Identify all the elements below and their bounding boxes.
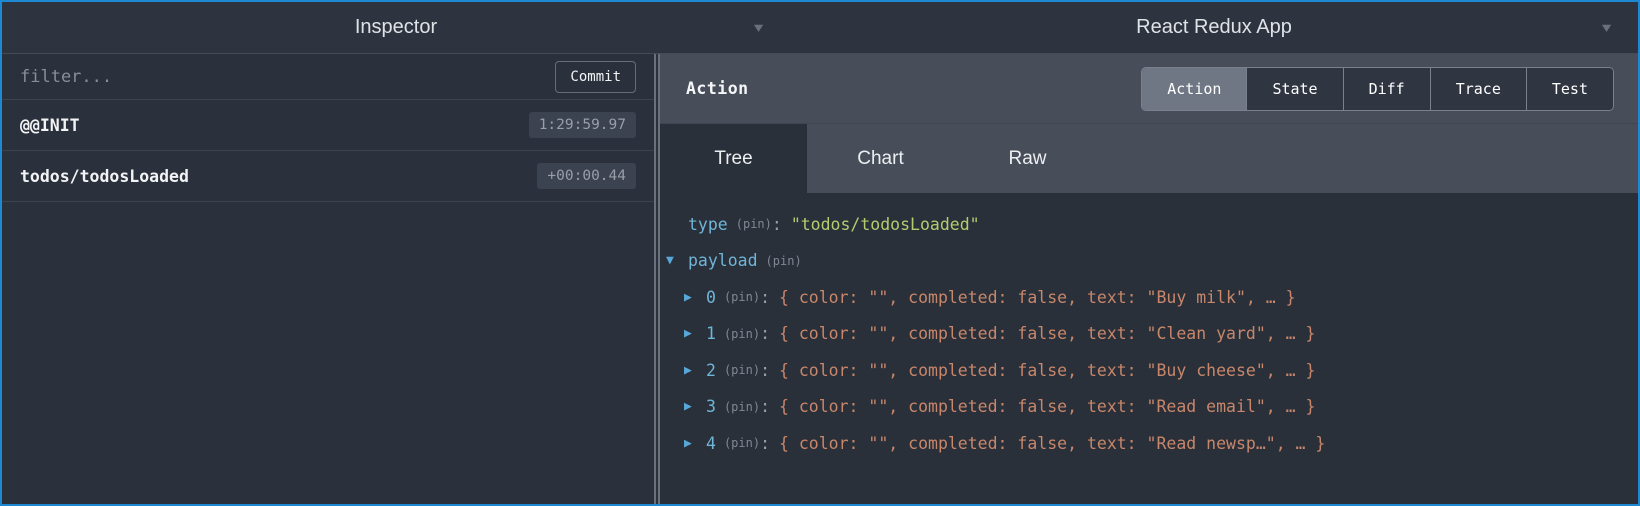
pin-button[interactable]: (pin) (724, 363, 760, 377)
instance-select[interactable]: React Redux App ▼ (790, 2, 1638, 53)
action-list-panel: Commit @@INIT 1:29:59.97 todos/todosLoad… (2, 54, 654, 504)
commit-button[interactable]: Commit (555, 61, 636, 93)
tab-trace[interactable]: Trace (1431, 68, 1527, 110)
tree-row-item: ▶ 2 (pin): { color: "", completed: false… (684, 352, 1638, 389)
tree-key: type (688, 215, 728, 234)
pin-button[interactable]: (pin) (724, 327, 760, 341)
expand-arrow-icon[interactable]: ▶ (684, 399, 706, 414)
expand-arrow-icon[interactable]: ▶ (684, 326, 706, 341)
object-preview: { color: "", completed: false, text: "Re… (779, 434, 1325, 453)
detail-tab-group: Action State Diff Trace Test (1141, 67, 1614, 111)
subtab-raw[interactable]: Raw (954, 124, 1101, 193)
chevron-down-icon: ▼ (754, 20, 763, 34)
view-mode-tabs: Tree Chart Raw (660, 124, 1638, 193)
tree-row-payload: ▼ payload (pin) (666, 243, 1638, 280)
main-split: Commit @@INIT 1:29:59.97 todos/todosLoad… (2, 54, 1638, 504)
colon: : (760, 324, 770, 343)
tab-state[interactable]: State (1247, 68, 1343, 110)
expand-arrow-icon[interactable]: ▶ (684, 290, 706, 305)
top-bar: Inspector ▼ React Redux App ▼ (2, 2, 1638, 54)
monitor-select[interactable]: Inspector ▼ (2, 2, 790, 53)
subtab-tree[interactable]: Tree (660, 124, 807, 193)
tab-action[interactable]: Action (1142, 68, 1247, 110)
expand-arrow-icon[interactable]: ▶ (684, 363, 706, 378)
expand-arrow-icon[interactable]: ▶ (684, 436, 706, 451)
tab-test[interactable]: Test (1527, 68, 1613, 110)
tree-index[interactable]: 4 (706, 434, 716, 453)
action-name: @@INIT (20, 116, 529, 135)
tree-index[interactable]: 2 (706, 361, 716, 380)
tree-index[interactable]: 0 (706, 288, 716, 307)
colon: : (772, 215, 782, 234)
action-list-item[interactable]: @@INIT 1:29:59.97 (2, 100, 654, 151)
object-preview: { color: "", completed: false, text: "Bu… (779, 361, 1315, 380)
tree-key[interactable]: payload (688, 251, 758, 270)
tree-row-item: ▶ 0 (pin): { color: "", completed: false… (684, 279, 1638, 316)
json-tree: type (pin): "todos/todosLoaded" ▼ payloa… (660, 193, 1638, 504)
pin-button[interactable]: (pin) (724, 290, 760, 304)
action-list-item[interactable]: todos/todosLoaded +00:00.44 (2, 151, 654, 202)
colon: : (760, 397, 770, 416)
collapse-arrow-icon[interactable]: ▼ (666, 253, 688, 268)
detail-header: Action Action State Diff Trace Test (660, 54, 1638, 124)
action-name: todos/todosLoaded (20, 167, 537, 186)
filter-row: Commit (2, 54, 654, 100)
pin-button[interactable]: (pin) (724, 436, 760, 450)
tree-string-value: "todos/todosLoaded" (791, 215, 980, 234)
tree-row-item: ▶ 1 (pin): { color: "", completed: false… (684, 316, 1638, 353)
tree-row-item: ▶ 4 (pin): { color: "", completed: false… (684, 425, 1638, 462)
detail-section-title: Action (686, 79, 749, 98)
tree-row-type: type (pin): "todos/todosLoaded" (666, 206, 1638, 243)
redux-devtools-window: Inspector ▼ React Redux App ▼ Commit @@I… (0, 0, 1640, 506)
action-detail-panel: Action Action State Diff Trace Test Tree… (660, 54, 1638, 504)
action-timestamp: 1:29:59.97 (529, 112, 636, 138)
filter-input[interactable] (20, 67, 555, 87)
object-preview: { color: "", completed: false, text: "Cl… (779, 324, 1315, 343)
monitor-select-label: Inspector (355, 16, 437, 39)
chevron-down-icon: ▼ (1602, 20, 1611, 34)
tree-index[interactable]: 3 (706, 397, 716, 416)
subtab-chart[interactable]: Chart (807, 124, 954, 193)
pin-button[interactable]: (pin) (766, 254, 802, 268)
instance-select-label: React Redux App (1136, 16, 1292, 39)
action-timestamp: +00:00.44 (537, 163, 636, 189)
object-preview: { color: "", completed: false, text: "Re… (779, 397, 1315, 416)
colon: : (760, 434, 770, 453)
colon: : (760, 361, 770, 380)
pin-button[interactable]: (pin) (724, 400, 760, 414)
tree-index[interactable]: 1 (706, 324, 716, 343)
object-preview: { color: "", completed: false, text: "Bu… (779, 288, 1296, 307)
tab-diff[interactable]: Diff (1344, 68, 1431, 110)
colon: : (760, 288, 770, 307)
pin-button[interactable]: (pin) (736, 217, 772, 231)
tree-row-item: ▶ 3 (pin): { color: "", completed: false… (684, 389, 1638, 426)
